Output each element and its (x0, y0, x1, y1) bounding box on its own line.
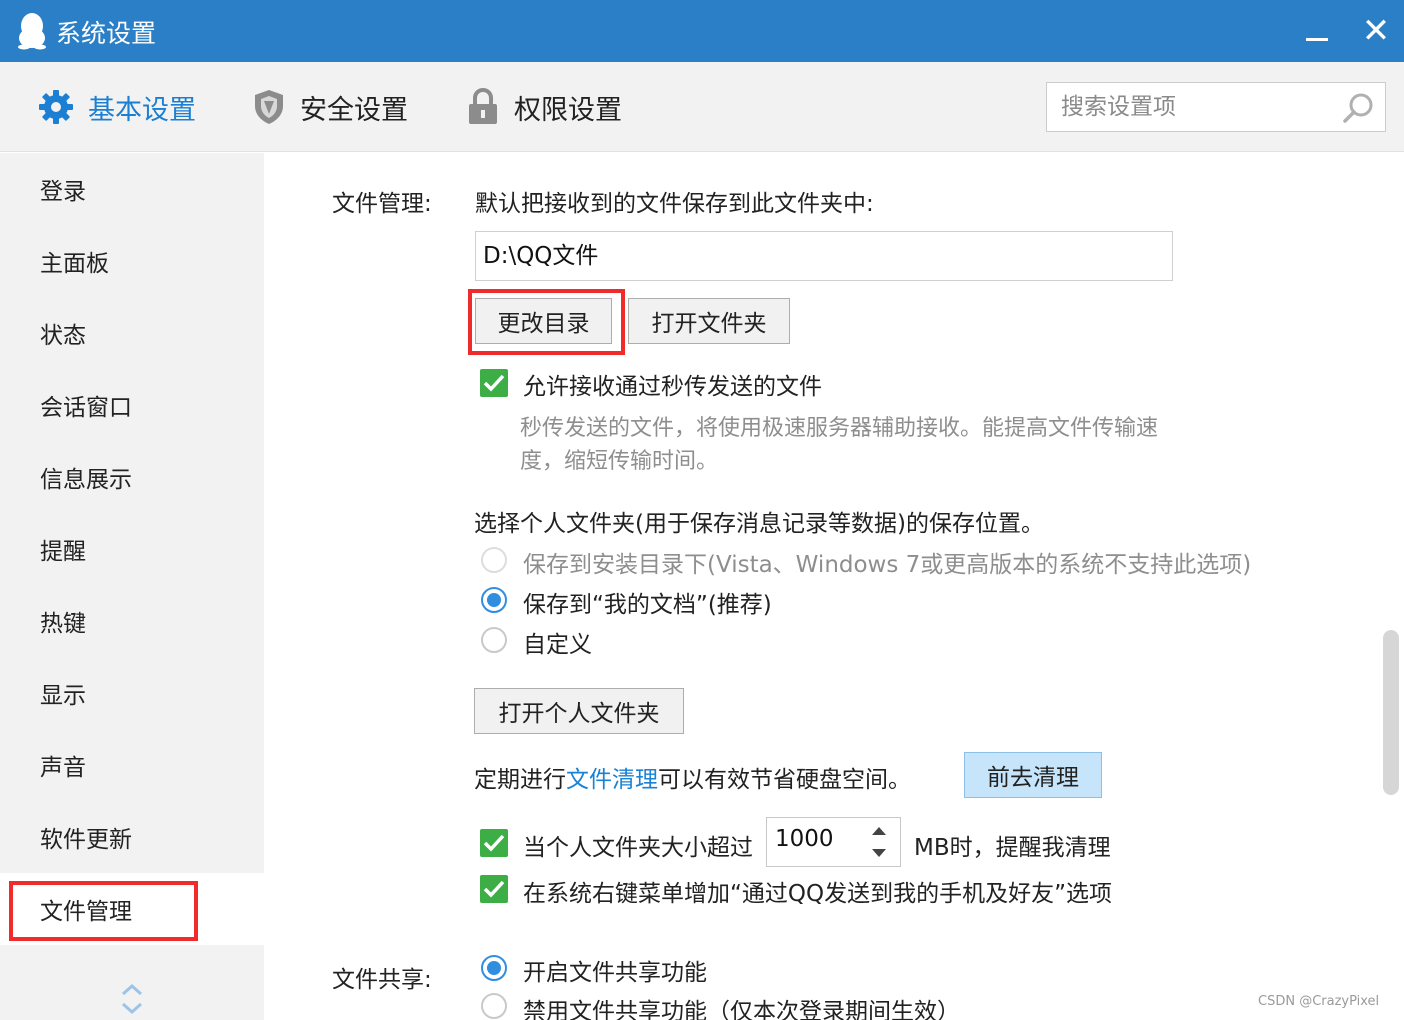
minimize-button[interactable] (1300, 10, 1334, 50)
sidebar-item-main-panel[interactable]: 主面板 (0, 225, 264, 297)
file-cleanup-link[interactable]: 文件清理 (566, 767, 658, 793)
shield-icon (255, 90, 283, 124)
sidebar-item-hotkeys[interactable]: 热键 (0, 585, 264, 657)
window-title: 系统设置 (56, 19, 157, 48)
open-personal-folder-button[interactable]: 打开个人文件夹 (474, 688, 684, 734)
sidebar-item-label: 声音 (40, 755, 86, 781)
radio-disable-sharing[interactable] (481, 993, 507, 1019)
radio-my-documents-label: 保存到“我的文档”(推荐) (523, 592, 772, 618)
qq-penguin-icon (18, 13, 46, 50)
stepper-down-icon[interactable] (872, 849, 886, 857)
tab-basic-settings[interactable]: 基本设置 (38, 62, 196, 152)
search-icon[interactable] (1341, 91, 1375, 125)
sidebar-item-label: 会话窗口 (40, 395, 132, 421)
sidebar-item-label: 提醒 (40, 539, 86, 565)
stepper-up-icon[interactable] (872, 827, 886, 835)
sidebar-item-label: 软件更新 (40, 827, 132, 853)
title-bar: 系统设置 ✕ (0, 0, 1404, 62)
cleanup-text: 定期进行文件清理可以有效节省硬盘空间。 (474, 760, 911, 794)
tab-permission-label: 权限设置 (514, 94, 622, 126)
allow-instant-description-2: 度，缩短传输时间。 (520, 449, 719, 474)
sidebar-item-label: 主面板 (40, 251, 109, 277)
chevron-up-down-icon[interactable] (118, 980, 146, 1018)
context-menu-label: 在系统右键菜单增加“通过QQ发送到我的手机及好友”选项 (523, 881, 1113, 907)
open-folder-button[interactable]: 打开文件夹 (628, 298, 790, 344)
size-limit-stepper[interactable]: 1000 (766, 817, 901, 867)
allow-instant-checkbox[interactable] (480, 369, 508, 397)
tab-security-label: 安全设置 (300, 94, 408, 126)
context-menu-checkbox[interactable] (480, 875, 508, 903)
change-directory-button[interactable]: 更改目录 (475, 298, 612, 344)
watermark: CSDN @CrazyPixel (1258, 994, 1380, 1009)
default-save-text: 默认把接收到的文件保存到此文件夹中: (475, 191, 874, 217)
save-path-field[interactable]: D:\QQ文件 (475, 231, 1173, 281)
radio-custom-label: 自定义 (523, 632, 592, 658)
tab-permission-settings[interactable]: 权限设置 (466, 62, 622, 152)
sidebar-item-label: 文件管理 (40, 899, 132, 925)
cleanup-prefix: 定期进行 (474, 767, 566, 793)
close-button[interactable]: ✕ (1358, 12, 1394, 52)
size-alert-prefix: 当个人文件夹大小超过 (523, 835, 753, 861)
tab-security-settings[interactable]: 安全设置 (252, 62, 408, 152)
file-management-section-label: 文件管理: (332, 191, 432, 217)
sidebar-item-status[interactable]: 状态 (0, 297, 264, 369)
go-cleanup-button[interactable]: 前去清理 (964, 752, 1102, 798)
allow-instant-label: 允许接收通过秒传发送的文件 (523, 374, 822, 400)
radio-custom[interactable] (481, 627, 507, 653)
size-alert-checkbox[interactable] (480, 829, 508, 857)
radio-install-dir (481, 547, 507, 573)
sidebar-item-info-display[interactable]: 信息展示 (0, 441, 264, 513)
content-scrollbar[interactable] (1383, 630, 1399, 795)
sidebar-item-label: 显示 (40, 683, 86, 709)
sidebar-item-sound[interactable]: 声音 (0, 729, 264, 801)
sidebar-item-label: 信息展示 (40, 467, 132, 493)
sidebar-item-label: 状态 (40, 323, 86, 349)
sidebar-item-software-update[interactable]: 软件更新 (0, 801, 264, 873)
gear-icon (39, 90, 73, 124)
search-input[interactable] (1061, 89, 1331, 125)
close-icon: ✕ (1361, 11, 1391, 51)
sidebar-item-chat-window[interactable]: 会话窗口 (0, 369, 264, 441)
size-alert-suffix: MB时，提醒我清理 (914, 835, 1111, 861)
radio-enable-sharing-label: 开启文件共享功能 (523, 960, 707, 986)
sidebar-item-file-management[interactable]: 文件管理 (0, 873, 264, 945)
sidebar-item-display[interactable]: 显示 (0, 657, 264, 729)
allow-instant-description: 秒传发送的文件，将使用极速服务器辅助接收。能提高文件传输速 (520, 416, 1159, 441)
file-sharing-section-label: 文件共享: (332, 967, 432, 993)
size-limit-value[interactable]: 1000 (775, 826, 834, 852)
check-icon (483, 880, 505, 898)
sidebar-item-label: 热键 (40, 611, 86, 637)
sidebar-item-reminder[interactable]: 提醒 (0, 513, 264, 585)
radio-my-documents[interactable] (481, 587, 507, 613)
radio-enable-sharing[interactable] (481, 955, 507, 981)
radio-disable-sharing-label: 禁用文件共享功能（仅本次登录期间生效） (523, 999, 960, 1020)
search-box (1046, 82, 1386, 132)
check-icon (483, 834, 505, 852)
sidebar: 登录 主面板 状态 会话窗口 信息展示 提醒 热键 显示 声音 软件更新 文件管… (0, 153, 264, 1020)
check-icon (483, 374, 505, 392)
radio-install-dir-label: 保存到安装目录下(Vista、Windows 7或更高版本的系统不支持此选项) (523, 552, 1252, 578)
tab-basic-label: 基本设置 (88, 94, 196, 126)
sidebar-item-login[interactable]: 登录 (0, 153, 264, 225)
settings-tabs: 基本设置 安全设置 权限设置 (0, 62, 1404, 152)
personal-folder-prompt: 选择个人文件夹(用于保存消息记录等数据)的保存位置。 (474, 511, 1044, 537)
cleanup-suffix: 可以有效节省硬盘空间。 (658, 767, 911, 793)
lock-icon (469, 88, 497, 124)
sidebar-item-label: 登录 (40, 179, 86, 205)
